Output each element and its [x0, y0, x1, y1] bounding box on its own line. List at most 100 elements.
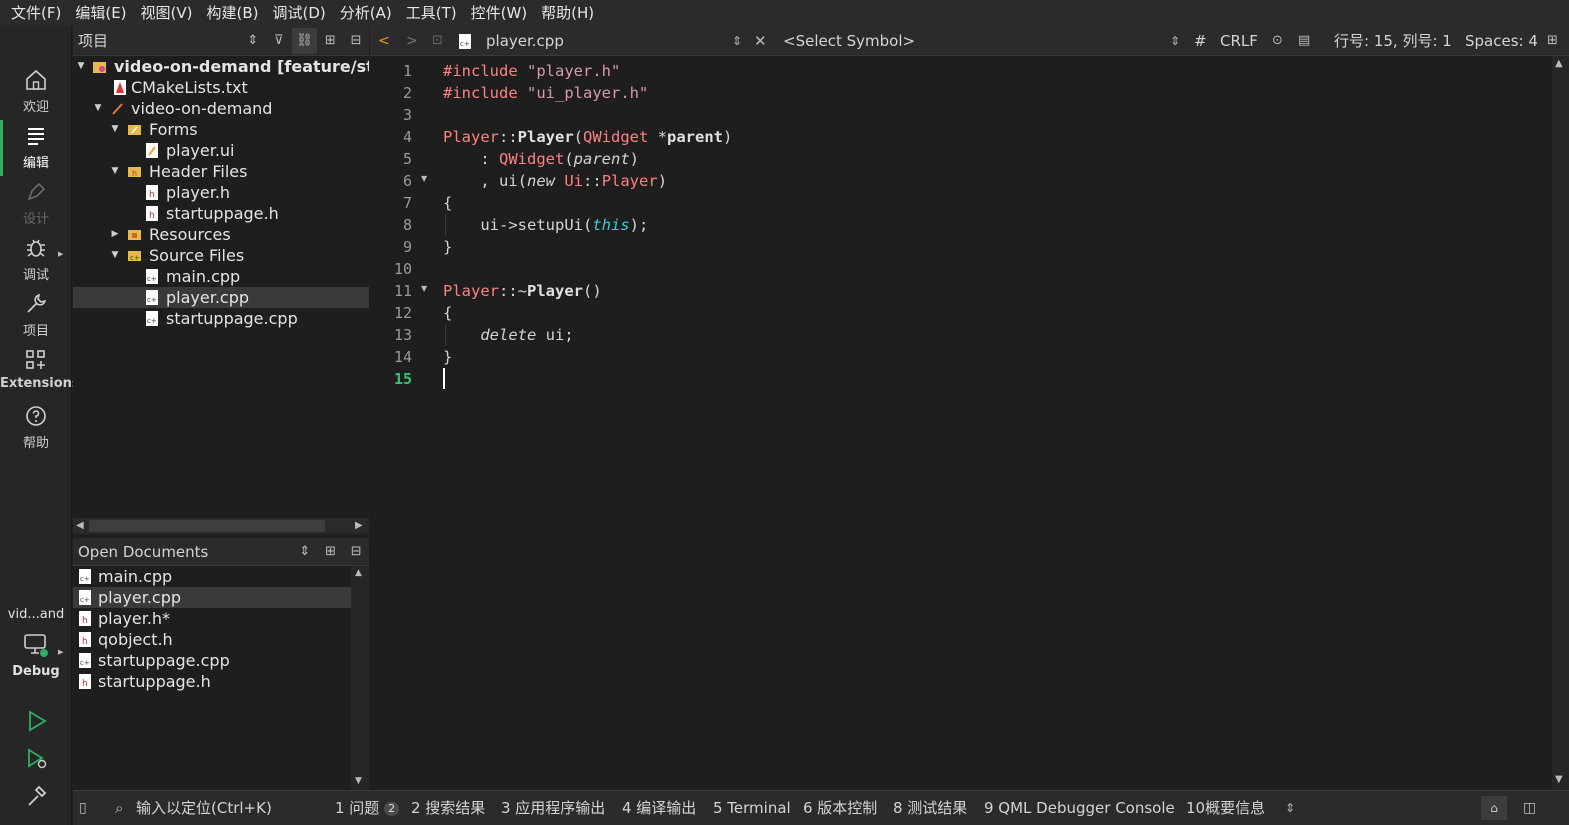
- forward-icon[interactable]: >: [406, 26, 418, 56]
- tree-item-forms[interactable]: ▼ Forms: [73, 119, 369, 140]
- tree-item-header-files[interactable]: ▼ h Header Files: [73, 161, 369, 182]
- expand-arrow-icon[interactable]: ▼: [109, 119, 121, 140]
- close-panel-icon[interactable]: ⊟: [343, 539, 369, 565]
- output-tab-terminal[interactable]: 5 Terminal: [713, 791, 791, 825]
- scroll-down-icon[interactable]: ▼: [355, 776, 362, 786]
- split-icon[interactable]: ⊞: [318, 539, 344, 565]
- mode-projects[interactable]: 项目: [0, 288, 72, 344]
- expand-arrow-icon[interactable]: ▼: [92, 98, 104, 119]
- scroll-down-icon[interactable]: ▼: [1555, 774, 1563, 785]
- kit-selector[interactable]: vid...and ▶ Debug: [0, 604, 72, 688]
- fold-marker-icon[interactable]: ▼: [421, 284, 427, 293]
- mode-design[interactable]: 设计: [0, 176, 72, 232]
- menu-debug[interactable]: 调试(D): [266, 0, 333, 26]
- menu-controls[interactable]: 控件(W): [464, 0, 535, 26]
- debug-run-icon[interactable]: [26, 748, 48, 770]
- open-doc-player-h[interactable]: h player.h*: [73, 608, 351, 629]
- symbol-selector[interactable]: <Select Symbol>: [783, 26, 915, 56]
- encoding-icon[interactable]: ⊙: [1272, 26, 1283, 56]
- menu-analyze[interactable]: 分析(A): [333, 0, 399, 26]
- document-icon[interactable]: ▤: [1298, 26, 1310, 56]
- output-tab-test-results[interactable]: 8 测试结果: [893, 791, 967, 825]
- scroll-right-icon[interactable]: ▶: [355, 518, 363, 534]
- locator-input[interactable]: 输入以定位(Ctrl+K): [136, 791, 272, 825]
- open-documents-selector[interactable]: Open Documents: [73, 543, 292, 561]
- cursor-position[interactable]: 行号: 15, 列号: 1: [1334, 26, 1452, 56]
- menu-tools[interactable]: 工具(T): [399, 0, 464, 26]
- menu-view[interactable]: 视图(V): [134, 0, 200, 26]
- tree-item-startuppage-cpp[interactable]: c+ startuppage.cpp: [73, 308, 369, 329]
- output-tab-general-messages[interactable]: 10概要信息: [1186, 791, 1265, 825]
- up-down-icon[interactable]: ⇕: [732, 26, 742, 56]
- scrollbar-thumb[interactable]: [89, 520, 325, 532]
- open-doc-startuppage-cpp[interactable]: c+ startuppage.cpp: [73, 650, 351, 671]
- code-editor[interactable]: #include "player.h" #include "ui_player.…: [438, 56, 1552, 790]
- document-selector[interactable]: player.cpp: [486, 26, 564, 56]
- tree-item-cmake-target[interactable]: ▼ video-on-demand: [73, 98, 369, 119]
- line-ending-selector[interactable]: CRLF: [1220, 26, 1258, 56]
- run-icon[interactable]: [26, 710, 48, 732]
- toggle-right-sidebar-icon[interactable]: ◫: [1523, 791, 1536, 825]
- menu-help[interactable]: 帮助(H): [534, 0, 601, 26]
- tree-horizontal-scrollbar[interactable]: ◀ ▶: [73, 518, 369, 534]
- open-doc-main-cpp[interactable]: c+ main.cpp: [73, 566, 351, 587]
- back-icon[interactable]: <: [378, 26, 390, 56]
- tree-item-cmakelists[interactable]: CMakeLists.txt: [73, 77, 369, 98]
- output-tab-search-results[interactable]: 2 搜索结果: [411, 791, 485, 825]
- hash-button[interactable]: #: [1194, 26, 1207, 56]
- menu-build[interactable]: 构建(B): [200, 0, 266, 26]
- tree-item-resources[interactable]: ▶ Resources: [73, 224, 369, 245]
- project-view-selector[interactable]: 项目: [73, 30, 240, 51]
- indent-guide: [445, 324, 446, 346]
- filter-icon[interactable]: ⊽: [266, 28, 292, 54]
- open-documents-scrollbar[interactable]: ▲ ▼: [351, 566, 369, 790]
- tree-item-player-cpp[interactable]: c+ player.cpp: [73, 287, 369, 308]
- output-tab-application-output[interactable]: 3 应用程序输出: [501, 791, 605, 825]
- open-doc-qobject-h[interactable]: h qobject.h: [73, 629, 351, 650]
- link-icon[interactable]: ⛓: [291, 27, 318, 54]
- mode-welcome[interactable]: 欢迎: [0, 64, 72, 120]
- output-tab-version-control[interactable]: 6 版本控制: [803, 791, 877, 825]
- open-doc-startuppage-h[interactable]: h startuppage.h: [73, 671, 351, 692]
- scroll-up-icon[interactable]: ▲: [1555, 58, 1563, 69]
- menu-edit[interactable]: 编辑(E): [68, 0, 133, 26]
- output-tab-issues[interactable]: 1 问题 2: [335, 791, 400, 825]
- cpp-file-icon: c+: [79, 653, 91, 668]
- scroll-left-icon[interactable]: ◀: [76, 518, 84, 534]
- expand-arrow-icon[interactable]: ▼: [75, 56, 87, 77]
- tree-item-startuppage-h[interactable]: h startuppage.h: [73, 203, 369, 224]
- expand-arrow-icon[interactable]: ▼: [109, 161, 121, 182]
- tree-item-source-files[interactable]: ▼ c+ Source Files: [73, 245, 369, 266]
- split-icon[interactable]: ⊞: [317, 28, 343, 54]
- indentation-selector[interactable]: Spaces: 4: [1465, 26, 1538, 56]
- mode-edit[interactable]: 编辑: [0, 120, 72, 176]
- toggle-sidebar-icon[interactable]: ▯: [79, 791, 87, 825]
- scroll-up-icon[interactable]: ▲: [355, 568, 362, 578]
- mode-debug[interactable]: ▶ 调试: [0, 232, 72, 288]
- lock-icon[interactable]: ⊡: [432, 26, 443, 56]
- output-tab-qml-debugger-console[interactable]: 9 QML Debugger Console: [984, 791, 1175, 825]
- split-editor-icon[interactable]: ⊞: [1547, 26, 1558, 56]
- fold-marker-icon[interactable]: ▼: [421, 174, 427, 183]
- tree-item-player-h[interactable]: h player.h: [73, 182, 369, 203]
- up-down-icon[interactable]: ⇕: [240, 28, 266, 54]
- build-hammer-icon[interactable]: [26, 786, 48, 808]
- cpp-file-icon: c+: [459, 34, 471, 49]
- tree-item-project-root[interactable]: ▼ video-on-demand [feature/startu: [73, 56, 369, 77]
- close-panel-icon[interactable]: ⊟: [343, 28, 369, 54]
- mode-extensions[interactable]: Extensions: [0, 344, 80, 400]
- output-tab-compile-output[interactable]: 4 编译输出: [622, 791, 696, 825]
- open-doc-player-cpp[interactable]: c+ player.cpp: [73, 587, 351, 608]
- up-down-icon[interactable]: ⇕: [292, 539, 318, 565]
- up-down-icon[interactable]: ⇕: [1170, 26, 1180, 56]
- tree-item-main-cpp[interactable]: c+ main.cpp: [73, 266, 369, 287]
- collapse-arrow-icon[interactable]: ▶: [109, 224, 121, 245]
- menu-file[interactable]: 文件(F): [4, 0, 68, 26]
- tree-item-player-ui[interactable]: player.ui: [73, 140, 369, 161]
- close-document-icon[interactable]: ✕: [754, 26, 767, 56]
- editor-vertical-scrollbar[interactable]: ▲ ▼: [1552, 56, 1569, 790]
- up-down-icon[interactable]: ⇕: [1285, 791, 1295, 825]
- mode-help[interactable]: 帮助: [0, 400, 72, 456]
- expand-arrow-icon[interactable]: ▼: [109, 245, 121, 266]
- progress-details-icon[interactable]: ⌂: [1481, 796, 1507, 820]
